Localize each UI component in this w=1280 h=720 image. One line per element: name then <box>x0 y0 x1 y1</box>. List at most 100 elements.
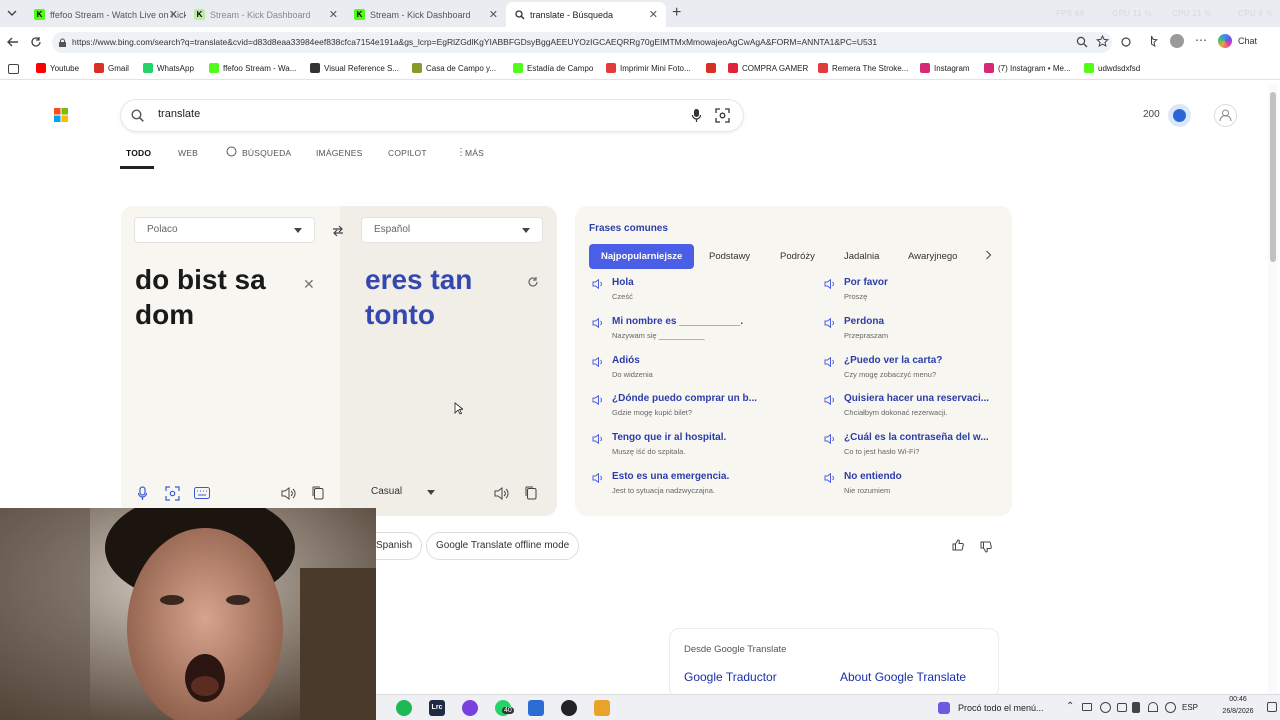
chat-button[interactable]: Chat <box>1238 36 1257 46</box>
obs-icon[interactable] <box>561 700 577 716</box>
related-chip-offline[interactable]: Google Translate offline mode <box>426 532 580 560</box>
phrase-tab-popular[interactable]: Najpopularniejsze <box>589 244 695 269</box>
favorite-star-icon[interactable] <box>1096 35 1109 48</box>
bookmark-item[interactable]: Remera The Stroke... <box>818 63 908 73</box>
phrase-tab-emergency[interactable]: Awaryjnego <box>896 244 969 269</box>
bookmark-item[interactable]: Youtube <box>36 63 79 73</box>
tone-select[interactable]: Casual <box>359 480 447 506</box>
speaker-icon[interactable] <box>494 487 509 500</box>
phrase-tab-travel[interactable]: Podróży <box>768 244 827 269</box>
link-google-traductor[interactable]: Google Traductor <box>684 670 777 684</box>
bookmark-item[interactable]: WhatsApp <box>143 63 194 73</box>
microphone-icon[interactable] <box>691 108 702 123</box>
bookmark-item[interactable]: Instagram <box>920 63 970 73</box>
speaker-icon[interactable] <box>592 317 604 328</box>
speaker-icon[interactable] <box>824 395 836 406</box>
bookmark-item[interactable] <box>706 63 720 73</box>
tab-web[interactable]: WEB <box>178 148 198 158</box>
page-scrollbar[interactable] <box>1268 84 1278 694</box>
cloud-icon[interactable] <box>1117 703 1127 712</box>
tab-all[interactable]: TODO <box>126 148 151 158</box>
speaker-icon[interactable] <box>824 473 836 483</box>
speaker-icon[interactable] <box>592 473 604 483</box>
speaker-icon[interactable] <box>592 356 604 367</box>
microsoft-logo[interactable] <box>54 108 68 122</box>
more-menu-icon[interactable]: ⋯ <box>1195 33 1207 47</box>
rewards-points[interactable]: 200 <box>1143 109 1160 120</box>
tab-kick-dashboard-2[interactable]: K Stream - Kick Dashboard ✕ <box>346 2 506 27</box>
retranslate-icon[interactable] <box>527 276 539 288</box>
spotify-icon[interactable] <box>396 700 412 716</box>
discord-icon[interactable] <box>462 700 478 716</box>
language-indicator[interactable]: ESP <box>1182 703 1198 712</box>
tab-copilot[interactable]: COPILOT <box>388 148 427 158</box>
refresh-extension-icon[interactable] <box>1120 36 1132 48</box>
source-language-select[interactable]: Polaco <box>134 217 315 243</box>
phrase-tab-basics[interactable]: Podstawy <box>697 244 762 269</box>
lightroom-icon[interactable]: Lrc <box>429 700 445 716</box>
speaker-icon[interactable] <box>824 279 836 289</box>
speaker-icon[interactable] <box>281 487 296 500</box>
search-bar[interactable]: translate <box>121 100 743 131</box>
bookmark-item[interactable]: Estadía de Campo <box>513 63 593 73</box>
wifi-icon[interactable] <box>1148 702 1158 712</box>
copy-icon[interactable] <box>312 486 324 500</box>
speaker-icon[interactable] <box>592 434 604 445</box>
bookmark-item[interactable]: (7) Instagram • Me... <box>984 63 1071 73</box>
close-tab-icon[interactable]: ✕ <box>489 8 498 21</box>
bookmark-item[interactable]: udwdsdxfsd <box>1084 63 1140 73</box>
favorites-icon[interactable] <box>1145 35 1158 48</box>
tab-kick-dashboard-1[interactable]: K Stream - Kick Dashboard ✕ <box>186 2 346 27</box>
visual-search-icon[interactable] <box>715 108 730 123</box>
tab-imagenes[interactable]: IMÁGENES <box>316 148 362 158</box>
close-tab-icon[interactable]: ✕ <box>329 8 338 21</box>
bookmark-item[interactable]: ffefoo Stream - Wa... <box>209 63 296 73</box>
notifications-icon[interactable] <box>1267 702 1277 712</box>
bookmark-item[interactable]: Imprimir Mini Foto... <box>606 63 691 73</box>
copy-icon[interactable] <box>525 486 537 500</box>
tab-busqueda[interactable]: BÚSQUEDA <box>242 148 291 158</box>
copilot-icon[interactable] <box>1218 34 1232 48</box>
bookmark-item[interactable]: Casa de Campo y... <box>412 63 496 73</box>
rewards-icon[interactable] <box>1168 104 1191 127</box>
close-tab-icon[interactable]: ✕ <box>169 8 178 21</box>
source-text-input[interactable]: do bist sa dom <box>135 262 295 332</box>
speaker-icon[interactable] <box>824 356 836 367</box>
bookmark-item[interactable]: COMPRA GAMER <box>728 63 808 73</box>
tab-bing-translate[interactable]: translate - Búsqueda ✕ <box>506 2 666 27</box>
battery-icon[interactable] <box>1132 702 1140 713</box>
apps-grid-icon[interactable] <box>8 64 19 74</box>
clock-time[interactable]: 00:46 <box>1218 696 1258 703</box>
profile-avatar[interactable] <box>1170 34 1184 48</box>
tray-app-icon[interactable] <box>1100 702 1111 713</box>
tab-mas[interactable]: MÁS <box>465 148 484 158</box>
speaker-icon[interactable] <box>592 279 604 289</box>
new-tab-button[interactable]: + <box>672 4 681 22</box>
app-window-icon[interactable] <box>528 700 544 716</box>
speaker-icon[interactable] <box>592 395 604 406</box>
swap-languages-icon[interactable] <box>331 224 345 238</box>
clock-date[interactable]: 26/8/2026 <box>1212 708 1264 715</box>
phrase-tab-dining[interactable]: Jadalnia <box>832 244 891 269</box>
reload-icon[interactable] <box>30 36 42 48</box>
thumbs-down-icon[interactable] <box>980 541 992 553</box>
zoom-icon[interactable] <box>1076 36 1088 48</box>
volume-icon[interactable] <box>1165 702 1176 713</box>
chevron-right-icon[interactable] <box>985 250 992 260</box>
keyboard-icon[interactable] <box>194 487 210 499</box>
tab-kick-stream[interactable]: K ffefoo Stream - Watch Live on Kick ✕ <box>26 2 186 27</box>
user-account-icon[interactable] <box>1214 104 1237 127</box>
thumbs-up-icon[interactable] <box>952 539 964 551</box>
whatsapp-icon[interactable]: 40 <box>495 700 514 716</box>
tray-app-icon[interactable] <box>1082 703 1092 711</box>
scrollbar-thumb[interactable] <box>1270 92 1276 262</box>
speaker-icon[interactable] <box>824 434 836 445</box>
layers-app-icon[interactable] <box>594 700 610 716</box>
url-field[interactable]: https://www.bing.com/search?q=translate&… <box>52 32 1112 53</box>
bookmark-item[interactable]: Gmail <box>94 63 129 73</box>
taskbar-notification[interactable]: Procó todo el menú... <box>958 703 1044 713</box>
link-about-google-translate[interactable]: About Google Translate <box>840 670 966 684</box>
microphone-icon[interactable] <box>137 486 148 501</box>
camera-translate-icon[interactable] <box>165 486 180 501</box>
target-language-select[interactable]: Español <box>361 217 543 243</box>
